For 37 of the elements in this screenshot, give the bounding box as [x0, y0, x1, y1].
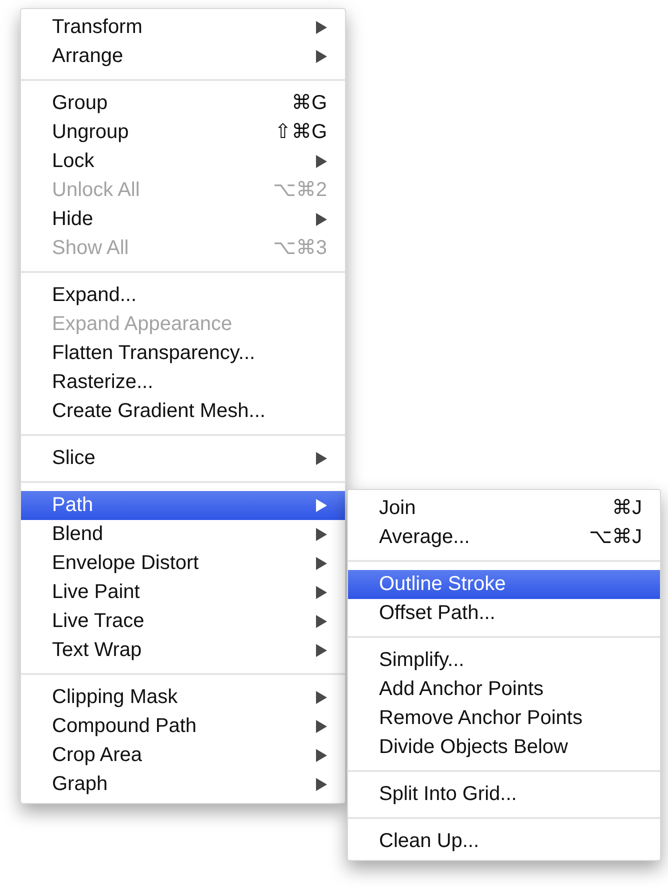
- menu-item[interactable]: Live Trace: [21, 607, 345, 636]
- menu-item[interactable]: Remove Anchor Points: [348, 704, 660, 733]
- menu-item[interactable]: Text Wrap: [21, 636, 345, 665]
- shortcut-text: ⌘J: [612, 496, 642, 521]
- menu-item[interactable]: Add Anchor Points: [348, 675, 660, 704]
- menu-item[interactable]: Compound Path: [21, 712, 345, 741]
- menu-item[interactable]: Crop Area: [21, 741, 345, 770]
- menu-item[interactable]: Group ⌘G: [21, 89, 345, 118]
- menu-item[interactable]: Envelope Distort: [21, 549, 345, 578]
- menu-item[interactable]: Live Paint: [21, 578, 345, 607]
- menu-item[interactable]: Graph: [21, 770, 345, 799]
- menu-item[interactable]: Transform: [21, 13, 345, 42]
- shortcut-text: ⌘G: [291, 91, 327, 116]
- menu-item[interactable]: Slice: [21, 444, 345, 473]
- menu-item[interactable]: Outline Stroke: [348, 570, 660, 599]
- menu-item[interactable]: Offset Path...: [348, 599, 660, 628]
- menu-item[interactable]: Create Gradient Mesh...: [21, 397, 345, 426]
- menu-item[interactable]: Rasterize...: [21, 368, 345, 397]
- menu-item[interactable]: Arrange: [21, 42, 345, 71]
- shortcut-text: ⌥⌘2: [272, 178, 327, 203]
- menu-item[interactable]: Split Into Grid...: [348, 780, 660, 809]
- menu-item[interactable]: Path: [21, 491, 345, 520]
- menu-item[interactable]: Simplify...: [348, 646, 660, 675]
- menu-item[interactable]: Join ⌘J: [348, 494, 660, 523]
- menu-item[interactable]: Blend: [21, 520, 345, 549]
- menu-item[interactable]: Flatten Transparency...: [21, 339, 345, 368]
- menu-item[interactable]: Hide: [21, 205, 345, 234]
- menu-item[interactable]: Expand...: [21, 281, 345, 310]
- shortcut-text: ⌥⌘3: [272, 236, 327, 261]
- shortcut-text: ⌥⌘J: [589, 525, 642, 550]
- menu-item[interactable]: Clean Up...: [348, 827, 660, 856]
- menu-item[interactable]: Clipping Mask: [21, 683, 345, 712]
- shortcut-text: ⇧⌘G: [274, 120, 327, 145]
- menu-item[interactable]: Divide Objects Below: [348, 733, 660, 762]
- menu-item[interactable]: Average... ⌥⌘J: [348, 523, 660, 552]
- menu-item[interactable]: Lock: [21, 147, 345, 176]
- menu-item[interactable]: Ungroup ⇧⌘G: [21, 118, 345, 147]
